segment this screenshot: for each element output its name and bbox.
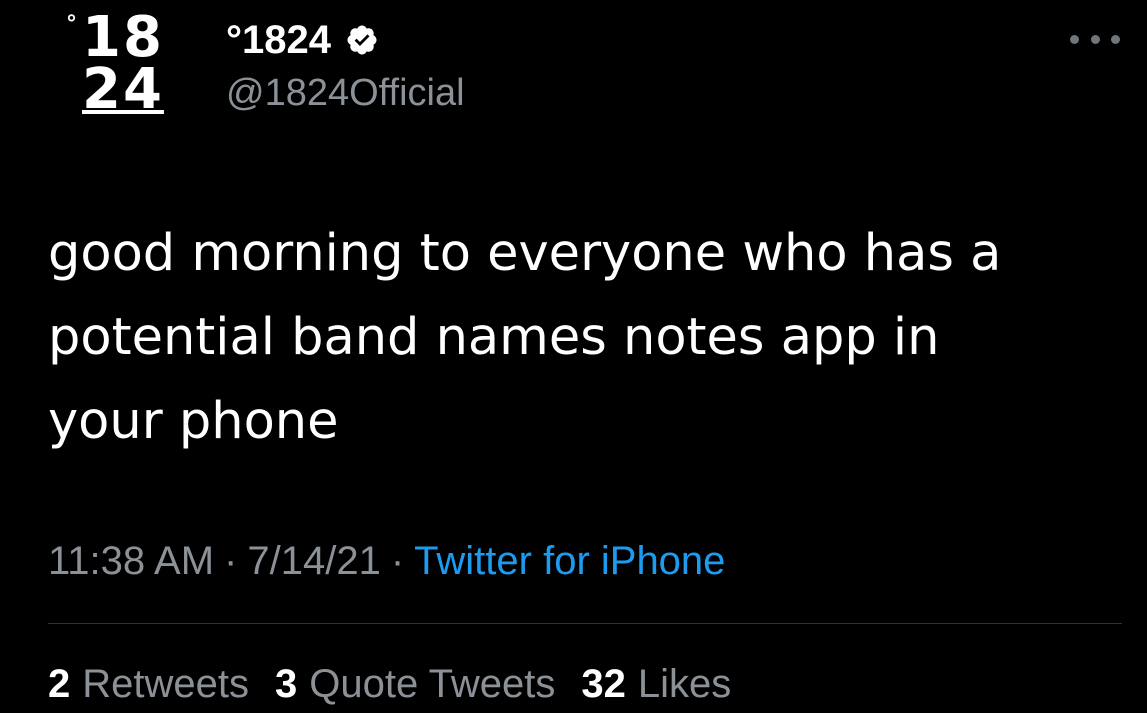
more-dot: [1111, 34, 1120, 44]
more-dot: [1090, 34, 1100, 44]
tweet-stats: 2 Retweets 3 Quote Tweets 32 Likes: [48, 656, 757, 712]
more-options-icon[interactable]: [1070, 26, 1120, 52]
tweet-time[interactable]: 11:38 AM: [48, 539, 214, 583]
display-name-row[interactable]: °1824: [226, 12, 379, 68]
likes-label: Likes: [637, 662, 732, 706]
tweet-text: good morning to everyone who has a poten…: [48, 224, 1002, 451]
retweets-label: Retweets: [82, 662, 249, 706]
likes-count: 32: [581, 662, 626, 706]
tweet: ° 18 24 °1824 @1824Official good morning…: [0, 0, 1147, 713]
verified-badge-icon: [345, 23, 379, 57]
meta-separator: ·: [224, 539, 238, 583]
divider: [48, 623, 1122, 624]
more-dot: [1070, 34, 1079, 44]
tweet-source-link[interactable]: Twitter for iPhone: [414, 539, 725, 583]
display-name[interactable]: °1824: [226, 12, 331, 68]
retweets-stat[interactable]: 2 Retweets: [48, 656, 249, 712]
quote-tweets-count: 3: [275, 662, 298, 706]
likes-stat[interactable]: 32 Likes: [581, 656, 731, 712]
user-handle[interactable]: @1824Official: [226, 70, 465, 116]
quote-tweets-label: Quote Tweets: [309, 662, 556, 706]
retweets-count: 2: [48, 662, 71, 706]
quote-tweets-stat[interactable]: 3 Quote Tweets: [275, 656, 555, 712]
avatar-degree-mark: °: [66, 12, 77, 37]
tweet-meta: 11:38 AM · 7/14/21 · Twitter for iPhone: [48, 533, 725, 589]
avatar-logo-line2: 24: [82, 57, 164, 122]
avatar[interactable]: ° 18 24: [48, 6, 178, 126]
tweet-date[interactable]: 7/14/21: [247, 539, 380, 583]
meta-separator: ·: [390, 539, 405, 583]
